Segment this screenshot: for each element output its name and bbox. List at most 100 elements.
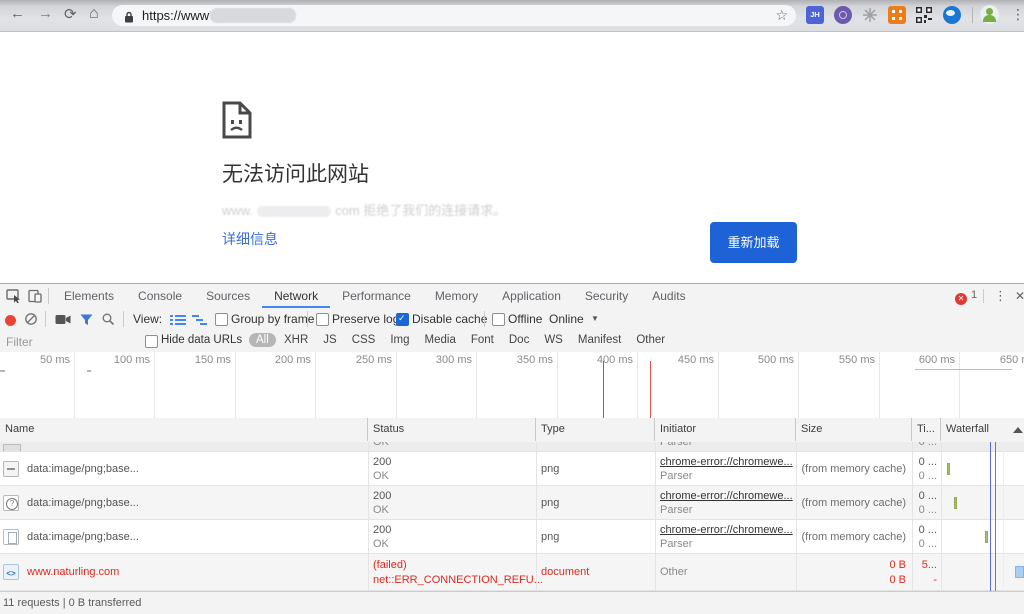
device-toolbar-icon[interactable] <box>28 289 42 306</box>
tab-audits[interactable]: Audits <box>640 285 697 308</box>
url-redacted-segment <box>210 8 296 23</box>
col-name[interactable]: Name <box>0 418 368 441</box>
filter-chip-other[interactable]: Other <box>636 334 665 346</box>
filter-input[interactable] <box>4 333 138 351</box>
filter-chip-css[interactable]: CSS <box>352 334 376 346</box>
home-icon[interactable]: ⌂ <box>89 5 99 23</box>
col-size[interactable]: Size <box>796 418 912 441</box>
reload-icon[interactable]: ⟳ <box>64 5 77 23</box>
grid-line <box>941 442 942 591</box>
tab-sources[interactable]: Sources <box>194 285 262 308</box>
filter-chip-doc[interactable]: Doc <box>509 334 529 346</box>
filter-funnel-icon[interactable] <box>80 314 93 329</box>
browser-menu-kebab-icon[interactable]: ⋮ <box>1011 6 1024 23</box>
throttling-select[interactable]: Online <box>549 312 584 326</box>
record-button[interactable] <box>5 315 16 326</box>
grid-line <box>912 442 913 591</box>
initiator-link[interactable]: chrome-error://chromewe... <box>660 524 793 536</box>
extension-purple-icon[interactable] <box>834 6 852 24</box>
view-waterfall-icon[interactable] <box>192 314 208 329</box>
filter-chip-font[interactable]: Font <box>471 334 494 346</box>
sort-triangle-icon[interactable] <box>1013 427 1023 433</box>
grid-line <box>1003 442 1004 591</box>
time-sub-cell: 0 ... <box>918 538 937 550</box>
tabbar-separator <box>48 288 49 304</box>
view-list-icon[interactable] <box>170 314 186 329</box>
col-status[interactable]: Status <box>368 418 536 441</box>
ruler-tick: 50 ms <box>40 354 70 366</box>
filter-chip-media[interactable]: Media <box>425 334 456 346</box>
console-error-badge[interactable]: ✕ <box>955 290 967 305</box>
request-name[interactable]: data:image/png;base... <box>27 531 139 543</box>
clear-icon[interactable] <box>24 312 38 329</box>
col-waterfall[interactable]: Waterfall <box>941 418 1024 441</box>
domcontentloaded-line <box>603 361 604 418</box>
ruler-tick: 550 ms <box>838 354 875 366</box>
tab-elements[interactable]: Elements <box>52 285 126 308</box>
capture-screenshots-icon[interactable] <box>55 314 71 328</box>
size-cell: (from memory cache) <box>801 531 906 543</box>
overview-load-bar <box>915 369 1012 370</box>
devtools-close-icon[interactable]: ✕ <box>1015 289 1024 303</box>
hide-data-urls-checkbox[interactable] <box>145 335 158 348</box>
tab-application[interactable]: Application <box>490 285 573 308</box>
size-cell: (from memory cache) <box>801 463 906 475</box>
extension-snowflake-icon[interactable] <box>861 6 879 24</box>
extension-jh-icon[interactable]: JH <box>806 6 824 24</box>
col-initiator[interactable]: Initiator <box>655 418 796 441</box>
bookmark-star-icon[interactable]: ☆ <box>775 7 788 24</box>
details-link[interactable]: 详细信息 <box>222 229 278 249</box>
group-by-frame-checkbox[interactable] <box>215 313 228 326</box>
reload-page-button[interactable]: 重新加载 <box>710 222 797 263</box>
chevron-down-icon[interactable]: ▼ <box>591 314 599 323</box>
disable-cache-checkbox[interactable] <box>396 313 409 326</box>
ruler-tick: 300 ms <box>435 354 472 366</box>
filter-chip-all[interactable]: All <box>249 333 276 347</box>
status-text-cell: OK <box>373 538 389 550</box>
forward-icon[interactable]: → <box>38 5 53 22</box>
col-type[interactable]: Type <box>536 418 655 441</box>
search-icon[interactable] <box>101 312 115 329</box>
filter-chip-img[interactable]: Img <box>390 334 409 346</box>
address-bar[interactable]: https://www ☆ <box>112 5 796 26</box>
request-name[interactable]: data:image/png;base... <box>27 497 139 509</box>
filter-chip-ws[interactable]: WS <box>544 334 563 346</box>
load-event-line <box>650 361 651 418</box>
tab-network[interactable]: Network <box>262 285 331 308</box>
table-row-partial[interactable]: OK Parser 0 ... <box>0 442 1024 452</box>
network-overview[interactable]: 50 ms 100 ms 150 ms 200 ms 250 ms 300 ms… <box>0 352 1024 419</box>
table-row[interactable]: data:image/png;base... 200 OK png chrome… <box>0 520 1024 554</box>
initiator-link[interactable]: chrome-error://chromewe... <box>660 456 793 468</box>
table-row[interactable]: data:image/png;base... 200 OK png chrome… <box>0 452 1024 486</box>
tab-console[interactable]: Console <box>126 285 194 308</box>
tab-memory[interactable]: Memory <box>423 285 490 308</box>
inspect-element-icon[interactable] <box>6 289 22 306</box>
col-time[interactable]: Ti... <box>912 418 941 441</box>
back-icon[interactable]: ← <box>10 5 25 22</box>
extension-blue-icon[interactable] <box>943 6 961 24</box>
table-row[interactable]: data:image/png;base... 200 OK png chrome… <box>0 486 1024 520</box>
table-row-failed[interactable]: www.naturling.com (failed) net::ERR_CONN… <box>0 554 1024 591</box>
extension-orange-icon[interactable] <box>888 6 906 24</box>
waterfall-bar-pending <box>1015 566 1024 578</box>
tab-performance[interactable]: Performance <box>330 285 423 308</box>
status-cell: 200 <box>373 456 392 468</box>
filter-chip-js[interactable]: JS <box>323 334 336 346</box>
preserve-log-checkbox[interactable] <box>316 313 329 326</box>
offline-checkbox[interactable] <box>492 313 505 326</box>
ruler-tick: 400 ms <box>596 354 633 366</box>
request-name[interactable]: www.naturling.com <box>27 566 119 578</box>
document-preview-icon <box>3 529 19 545</box>
devtools-tabs: Elements Console Sources Network Perform… <box>52 285 698 308</box>
initiator-link[interactable]: chrome-error://chromewe... <box>660 490 793 502</box>
requests-table-header: Name Status Type Initiator Size Ti... Wa… <box>0 418 1024 443</box>
initiator-sub-cell: Parser <box>660 470 693 482</box>
tab-security[interactable]: Security <box>573 285 640 308</box>
initiator-sub-cell: Parser <box>660 538 693 550</box>
filter-chip-xhr[interactable]: XHR <box>284 334 308 346</box>
profile-avatar[interactable] <box>980 5 999 24</box>
extension-qr-icon[interactable] <box>915 6 933 24</box>
filter-chip-manifest[interactable]: Manifest <box>578 334 621 346</box>
devtools-menu-kebab-icon[interactable]: ⋮ <box>994 288 1007 304</box>
request-name[interactable]: data:image/png;base... <box>27 463 139 475</box>
